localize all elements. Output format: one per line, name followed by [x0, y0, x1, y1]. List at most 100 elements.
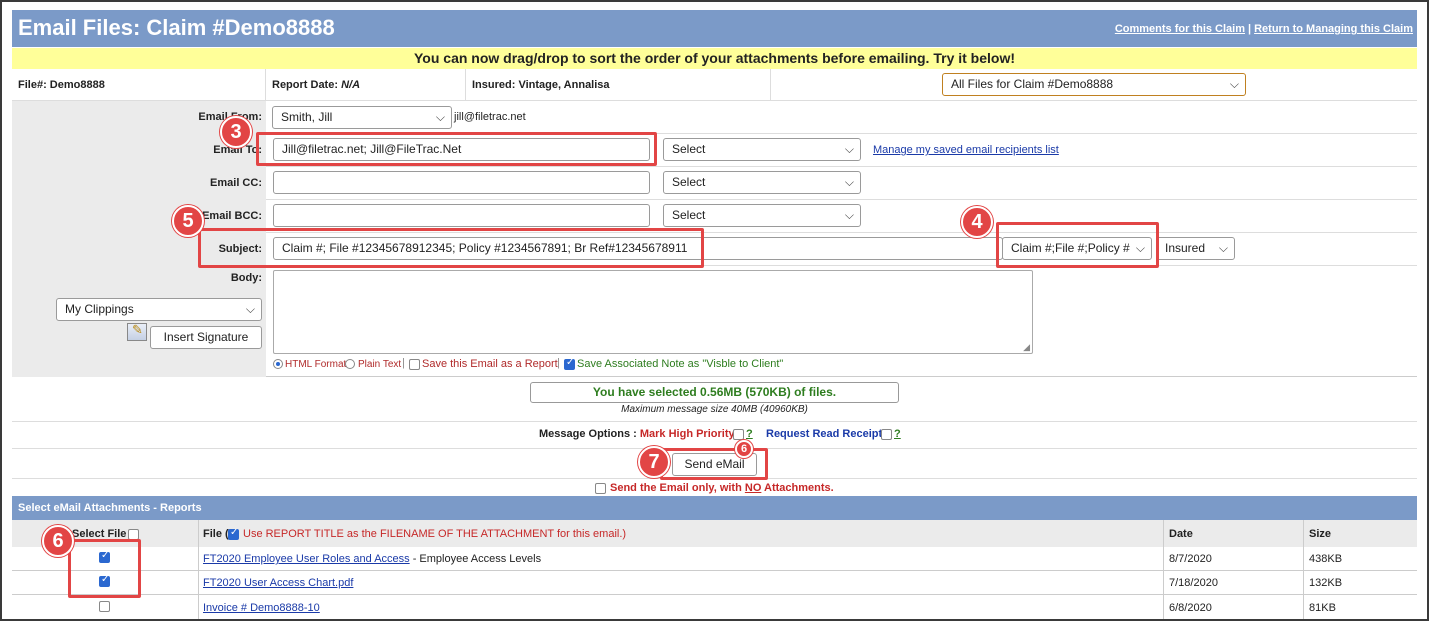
- row-divider: [266, 199, 1417, 200]
- use-report-title-checkbox[interactable]: [228, 527, 239, 540]
- col-file-prefix: File (: [203, 528, 229, 540]
- callout-badge-7: 7: [638, 446, 670, 478]
- html-format-label: HTML Format: [285, 359, 347, 370]
- body-textarea[interactable]: ◢: [273, 270, 1033, 354]
- col-divider: [1163, 520, 1164, 619]
- report-date: Report Date: N/A: [266, 69, 466, 101]
- row-file-link[interactable]: FT2020 Employee User Roles and Access: [203, 553, 410, 565]
- email-cc-label: Email CC:: [210, 177, 262, 189]
- row-file: FT2020 User Access Chart.pdf: [203, 571, 353, 595]
- row-size: 438KB: [1309, 553, 1343, 565]
- manage-recipients-link[interactable]: Manage my saved email recipients list: [873, 144, 1059, 156]
- pencil-icon: ✎: [132, 322, 143, 337]
- resize-handle-icon[interactable]: ◢: [1023, 342, 1030, 353]
- row-file-link[interactable]: Invoice # Demo8888-10: [203, 602, 320, 614]
- callout-badge-5: 5: [172, 205, 204, 237]
- email-bcc-select[interactable]: Select ⌵: [663, 204, 861, 227]
- email-cc-select-value: Select: [672, 175, 706, 189]
- row-divider: [266, 166, 1417, 167]
- callout-box-email-to: [256, 132, 657, 166]
- chevron-down-icon: ⌵: [245, 302, 255, 316]
- read-receipt-checkbox[interactable]: [881, 429, 892, 440]
- report-date-value: N/A: [341, 79, 361, 91]
- body-label: Body:: [230, 272, 262, 284]
- section-divider: [12, 421, 1417, 422]
- selected-size-box: You have selected 0.56MB (570KB) of file…: [530, 382, 899, 403]
- high-priority-help[interactable]: ?: [746, 428, 753, 440]
- callout-badge-3: 3: [220, 116, 252, 148]
- clippings-select[interactable]: My Clippings ⌵: [56, 298, 262, 321]
- files-select-value: All Files for Claim #Demo8888: [951, 77, 1114, 91]
- email-from-value: Smith, Jill: [281, 110, 333, 124]
- page-title: Email Files: Claim #Demo8888: [18, 15, 335, 40]
- chevron-down-icon: ⌵: [844, 142, 854, 156]
- email-files-page: Email Files: Claim #Demo8888 Comments fo…: [0, 0, 1429, 621]
- no-attachments-checkbox[interactable]: [595, 483, 606, 494]
- return-link[interactable]: Return to Managing this Claim: [1254, 23, 1413, 35]
- email-from-address: jill@filetrac.net: [454, 111, 526, 123]
- high-priority-checkbox[interactable]: [733, 429, 744, 440]
- email-from-select[interactable]: Smith, Jill ⌵: [272, 106, 452, 129]
- row-file: Invoice # Demo8888-10: [203, 596, 320, 619]
- save-report-label: Save this Email as a Report: [422, 358, 558, 370]
- col-size: Size: [1309, 528, 1332, 540]
- divider-pipe: |: [557, 357, 560, 369]
- row-select-checkbox[interactable]: [99, 601, 110, 612]
- chevron-down-icon: ⌵: [844, 208, 854, 222]
- row-file: FT2020 Employee User Roles and Access - …: [203, 547, 541, 571]
- no-attach-suffix: Attachments.: [764, 482, 834, 494]
- row-file-link[interactable]: FT2020 User Access Chart.pdf: [203, 577, 353, 589]
- insured-name: Insured: Vintage, Annalisa: [466, 69, 771, 101]
- row-date: 7/18/2020: [1169, 577, 1218, 589]
- email-cc-input[interactable]: [273, 171, 650, 194]
- email-cc-select[interactable]: Select ⌵: [663, 171, 861, 194]
- table-row[interactable]: FT2020 Employee User Roles and Access - …: [12, 547, 1417, 571]
- row-size: 81KB: [1309, 602, 1336, 614]
- email-to-select[interactable]: Select ⌵: [663, 138, 861, 161]
- callout-box-subject-tokens: [996, 222, 1159, 268]
- plain-text-label: Plain Text: [358, 359, 402, 370]
- save-note-checkbox[interactable]: [564, 357, 575, 370]
- row-file-desc: - Employee Access Levels: [409, 553, 542, 565]
- chevron-down-icon: ⌵: [435, 110, 445, 124]
- clippings-value: My Clippings: [65, 302, 134, 316]
- read-receipt-label: Request Read Receipt: [766, 428, 883, 440]
- chevron-down-icon: ⌵: [844, 175, 854, 189]
- chevron-down-icon: ⌵: [1218, 241, 1228, 255]
- callout-badge-4: 4: [961, 206, 993, 238]
- files-select[interactable]: All Files for Claim #Demo8888 ⌵: [942, 73, 1246, 96]
- chevron-down-icon: ⌵: [1229, 77, 1239, 91]
- table-row[interactable]: FT2020 User Access Chart.pdf 7/18/2020 1…: [12, 571, 1417, 595]
- callout-box-subject: [198, 228, 704, 268]
- comments-link[interactable]: Comments for this Claim: [1115, 23, 1245, 35]
- title-bar: Email Files: Claim #Demo8888 Comments fo…: [12, 10, 1417, 47]
- plain-text-radio[interactable]: [345, 359, 355, 369]
- drag-drop-banner: You can now drag/drop to sort the order …: [12, 48, 1417, 69]
- table-row[interactable]: Invoice # Demo8888-10 6/8/2020 81KB: [12, 596, 1417, 619]
- divider-pipe: |: [402, 357, 405, 369]
- message-options-label: Message Options :: [539, 428, 637, 440]
- save-note-label: Save Associated Note as "Visble to Clien…: [577, 358, 784, 370]
- row-size: 132KB: [1309, 577, 1343, 589]
- message-options: Message Options : Mark High Priority: [539, 428, 735, 440]
- insured-select[interactable]: Insured ⌵: [1156, 237, 1235, 260]
- col-file-note: Use REPORT TITLE as the FILENAME OF THE …: [243, 528, 627, 540]
- no-attach-no: NO: [744, 482, 762, 494]
- callout-badge-6-small: 6: [735, 440, 753, 458]
- row-date: 8/7/2020: [1169, 553, 1212, 565]
- attachments-table-header: Select File File ( Use REPORT TITLE as t…: [12, 520, 1417, 547]
- signature-edit-icon[interactable]: ✎: [127, 322, 147, 341]
- col-divider: [198, 520, 199, 619]
- high-priority-label: Mark High Priority: [639, 428, 735, 440]
- save-report-checkbox[interactable]: [409, 359, 420, 370]
- insured-select-value: Insured: [1165, 241, 1206, 255]
- link-separator: |: [1248, 23, 1252, 35]
- html-format-radio[interactable]: [273, 359, 283, 369]
- attachments-header: Select eMail Attachments - Reports: [12, 496, 1417, 520]
- no-attachments-label: Send the Email only, with NO Attachments…: [610, 482, 834, 494]
- callout-badge-6: 6: [42, 525, 74, 557]
- insert-signature-button[interactable]: Insert Signature: [150, 326, 262, 349]
- email-to-select-value: Select: [672, 142, 706, 156]
- read-receipt-help[interactable]: ?: [894, 428, 901, 440]
- email-bcc-input[interactable]: [273, 204, 650, 227]
